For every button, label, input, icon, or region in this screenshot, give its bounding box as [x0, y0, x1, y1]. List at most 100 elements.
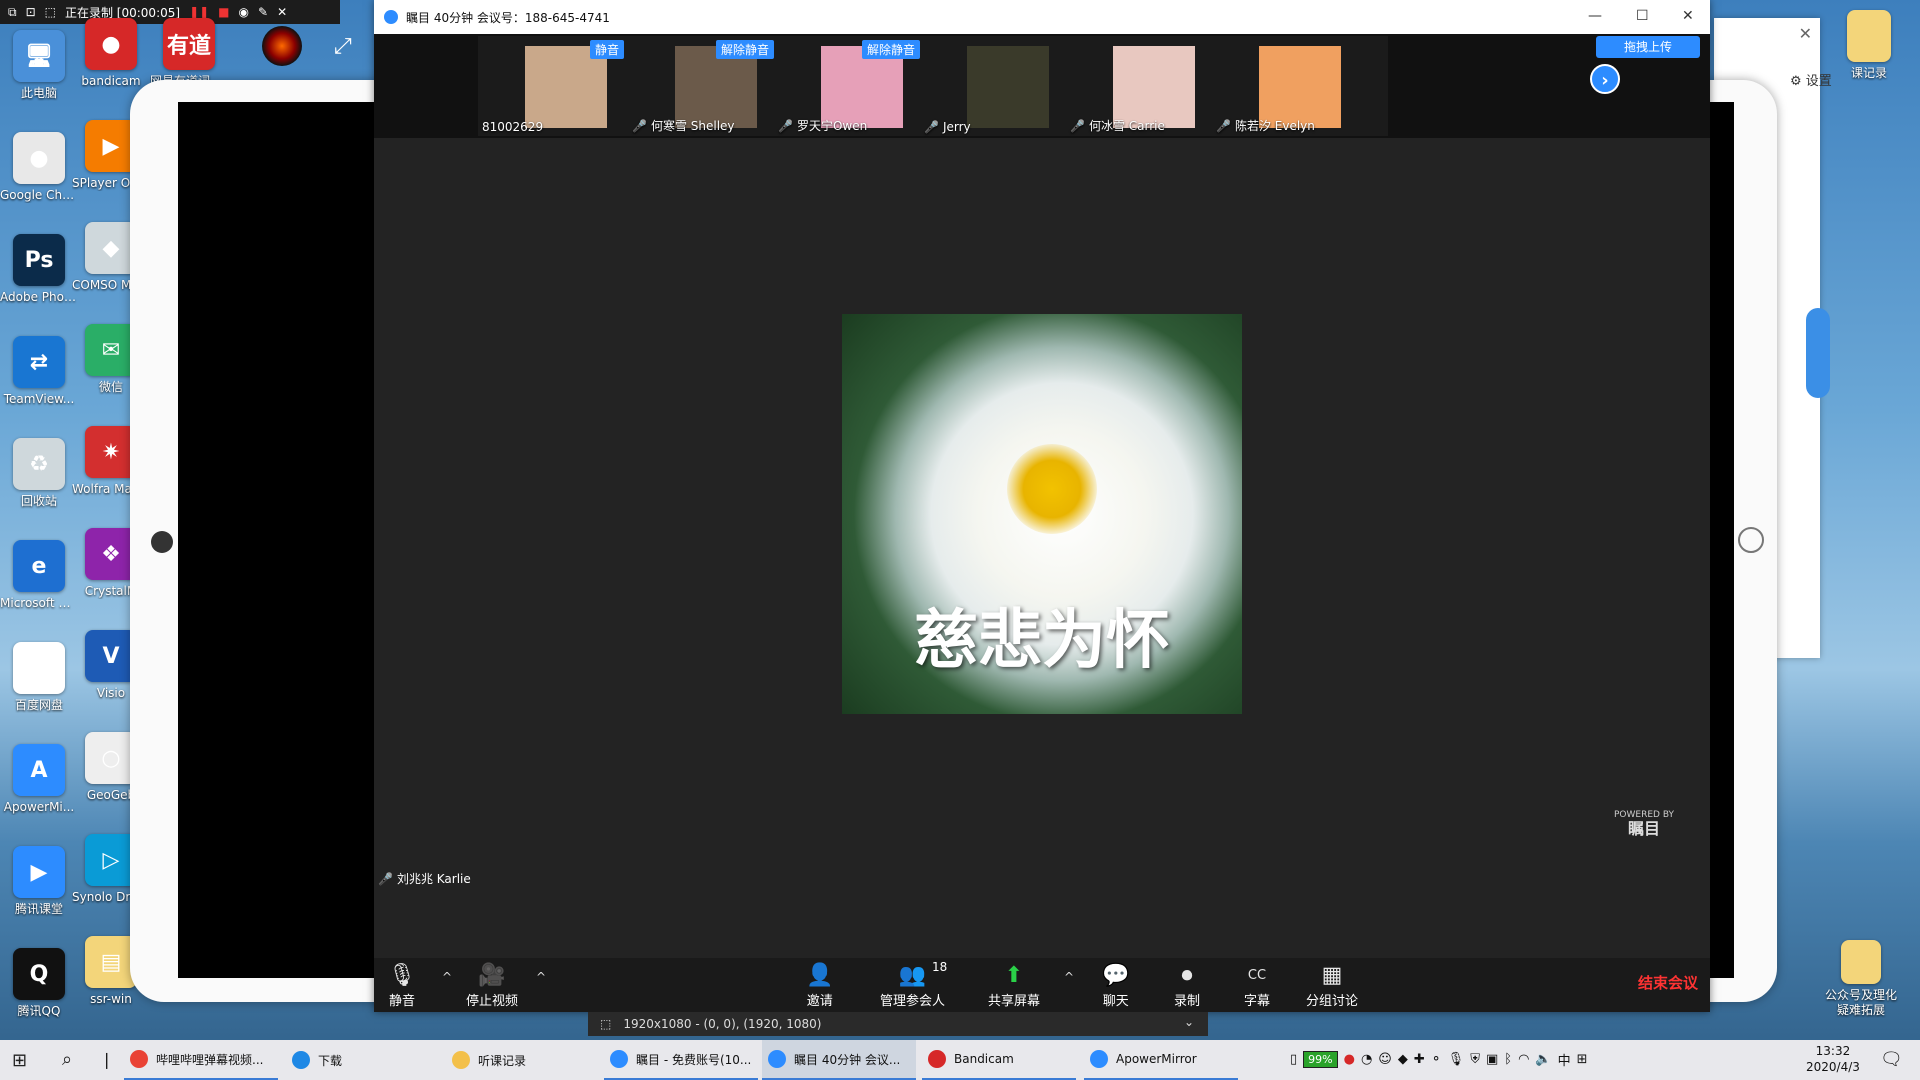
record-icon: ⏺	[1181, 963, 1193, 988]
taskbar-app-button[interactable]: 哔哩哔哩弹幕视频...	[124, 1040, 278, 1080]
microphone-icon: 🎙	[388, 963, 416, 988]
app-icon: ▶	[13, 846, 65, 898]
notification-icon[interactable]: 🗨	[1880, 1049, 1903, 1070]
share-screen-button[interactable]: ⬆ 共享屏幕	[988, 962, 1040, 1009]
qq-tray-icon[interactable]: ☺	[1378, 1052, 1392, 1067]
end-meeting-button[interactable]: 结束会议	[1638, 972, 1698, 993]
chevron-down-icon[interactable]: ⌄	[1184, 1015, 1194, 1029]
input-method[interactable]: 中	[1558, 1050, 1571, 1069]
record-tray-icon[interactable]: ●	[1344, 1052, 1355, 1067]
video-options-chevron-icon[interactable]: ^	[536, 970, 546, 984]
desktop-icon[interactable]: ▶ 腾讯课堂	[0, 846, 78, 948]
app-icon	[1090, 1050, 1108, 1068]
desktop-icon-folder-physics[interactable]: 公众号及理化 疑难拓展	[1822, 940, 1900, 1042]
tray-app-icon[interactable]: ✚	[1414, 1052, 1425, 1067]
app-icon	[452, 1051, 470, 1069]
muted-mic-icon: 🎤	[778, 119, 793, 133]
stop-icon[interactable]: ■	[218, 5, 229, 19]
close-icon[interactable]: ✕	[1682, 8, 1694, 24]
desktop-icon[interactable]: Q 腾讯QQ	[0, 948, 78, 1050]
taskbar-app-button[interactable]: 下载	[286, 1040, 440, 1080]
black-hole-icon[interactable]	[262, 26, 302, 66]
shield-icon[interactable]: ⛨	[1470, 1052, 1480, 1067]
pen-icon[interactable]: ✎	[258, 5, 268, 19]
desktop-icon[interactable]: ⇄ TeamView...	[0, 336, 78, 438]
flower-center	[1007, 444, 1097, 534]
window-icon[interactable]: ⧉	[8, 5, 17, 20]
bluetooth-icon[interactable]: ᛒ	[1504, 1052, 1512, 1067]
microphone-tray-icon[interactable]: 🎙	[1448, 1052, 1465, 1067]
mute-toggle-button[interactable]: 解除静音	[861, 40, 920, 59]
mute-button[interactable]: 🎙 静音	[388, 962, 416, 1009]
taskbar-app-button[interactable]: 瞩目 - 免费账号(10...	[604, 1040, 758, 1080]
participant-name: 🎤 Jerry	[924, 120, 971, 134]
settings-button[interactable]: ⚙ 设置	[1790, 70, 1832, 89]
fullscreen-icon[interactable]: ⤢	[334, 34, 352, 59]
desktop-icon-record-folder[interactable]: 课记录	[1830, 10, 1908, 112]
tray-app-icon[interactable]: ⚬	[1431, 1052, 1442, 1067]
search-icon[interactable]: ⌕	[62, 1049, 72, 1070]
app-icon: ●	[85, 18, 137, 70]
network-icon[interactable]: ▯	[1290, 1052, 1297, 1067]
desktop-icon[interactable]: 🖥 此电脑	[0, 30, 78, 132]
participant-tile[interactable]: 🎤 陈若汐 Evelyn	[1212, 36, 1388, 136]
close-icon[interactable]: ✕	[277, 5, 287, 19]
taskbar-app-button[interactable]: Bandicam	[922, 1040, 1076, 1080]
meeting-toolbar: 🎙 静音 ^ 🎥 停止视频 ^ 👤 邀请 👥 管理参会人 18 ⬆ 共享屏幕 ^…	[374, 958, 1710, 1012]
desktop-icon[interactable]: ☁ 百度网盘	[0, 642, 78, 744]
wifi-icon[interactable]: ◠	[1518, 1052, 1529, 1067]
audio-options-chevron-icon[interactable]: ^	[442, 970, 452, 984]
participant-strip: 拖拽上传 › 静音···81002629解除静音···🎤何寒雪 Shelley解…	[374, 34, 1710, 138]
speaker-icon[interactable]: 🔈	[1535, 1052, 1551, 1067]
keyboard-icon[interactable]: ⊞	[1577, 1052, 1588, 1067]
task-view-icon[interactable]: ❘	[100, 1050, 113, 1069]
chat-button[interactable]: 💬 聊天	[1102, 962, 1129, 1009]
mute-toggle-button[interactable]: 静音	[589, 40, 624, 59]
desktop-icon[interactable]: Ps Adobe Photosh...	[0, 234, 78, 336]
side-button[interactable]	[1806, 308, 1830, 398]
desktop-icon[interactable]: ♻ 回收站	[0, 438, 78, 540]
camera-icon[interactable]: ◉	[239, 5, 249, 19]
app-icon: ♻	[13, 438, 65, 490]
stop-video-button[interactable]: 🎥 停止视频	[466, 962, 518, 1009]
mute-toggle-button[interactable]: 解除静音	[715, 40, 774, 59]
participant-name-text: 81002629	[482, 120, 544, 134]
share-screen-icon: ⬆	[1004, 963, 1024, 988]
region-icon[interactable]: ⬚	[600, 1017, 611, 1031]
share-options-chevron-icon[interactable]: ^	[1064, 970, 1074, 984]
invite-button[interactable]: 👤 邀请	[806, 962, 833, 1009]
target-icon[interactable]: ⊡	[26, 5, 36, 19]
battery-indicator[interactable]: 99%	[1303, 1051, 1338, 1068]
desktop-icon[interactable]: A ApowerMi...	[0, 744, 78, 846]
tray-app-icon[interactable]: ◔	[1361, 1052, 1372, 1067]
desktop-icon[interactable]: e Microsoft Edge	[0, 540, 78, 642]
pause-icon[interactable]: ❚❚	[189, 5, 209, 19]
maximize-icon[interactable]: ☐	[1636, 8, 1649, 24]
upload-button[interactable]: 拖拽上传	[1596, 36, 1700, 58]
record-label: 录制	[1174, 994, 1201, 1009]
taskbar-app-button[interactable]: 瞩目 40分钟 会议...	[762, 1040, 916, 1080]
region-icon[interactable]: ⬚	[45, 5, 56, 19]
start-menu-icon[interactable]: ⊞	[12, 1050, 27, 1071]
muted-mic-icon: 🎤	[378, 872, 393, 886]
breakout-rooms-button[interactable]: ▦ 分组讨论	[1306, 962, 1358, 1009]
tray-app-icon[interactable]: ◆	[1398, 1052, 1408, 1067]
captions-button[interactable]: CC 字幕	[1244, 962, 1270, 1009]
participant-video	[1259, 46, 1341, 128]
participants-icon: 👥	[898, 963, 927, 988]
minimize-icon[interactable]: —	[1588, 8, 1602, 24]
tablet-home-button[interactable]	[1738, 527, 1764, 553]
system-tray: ▯ 99% ● ◔ ☺ ◆ ✚ ⚬ 🎙 ⛨ ▣ ᛒ ◠ 🔈 中 ⊞	[1290, 1050, 1588, 1069]
participant-name-text: 陈若汐 Evelyn	[1234, 119, 1315, 133]
breakout-icon: ▦	[1321, 963, 1343, 988]
desktop-icon[interactable]: ● Google Chrome	[0, 132, 78, 234]
taskbar-app-button[interactable]: 听课记录	[446, 1040, 600, 1080]
clock[interactable]: 13:32 2020/4/3	[1806, 1043, 1860, 1075]
record-button[interactable]: ⏺ 录制	[1174, 962, 1200, 1009]
close-icon[interactable]: ✕	[1799, 24, 1812, 43]
next-page-icon[interactable]: ›	[1590, 64, 1620, 94]
tray-app-icon[interactable]: ▣	[1486, 1052, 1498, 1067]
desktop-icon-label: Google Chrome	[0, 188, 78, 202]
clock-time: 13:32	[1815, 1044, 1851, 1058]
taskbar-app-button[interactable]: ApowerMirror	[1084, 1040, 1238, 1080]
